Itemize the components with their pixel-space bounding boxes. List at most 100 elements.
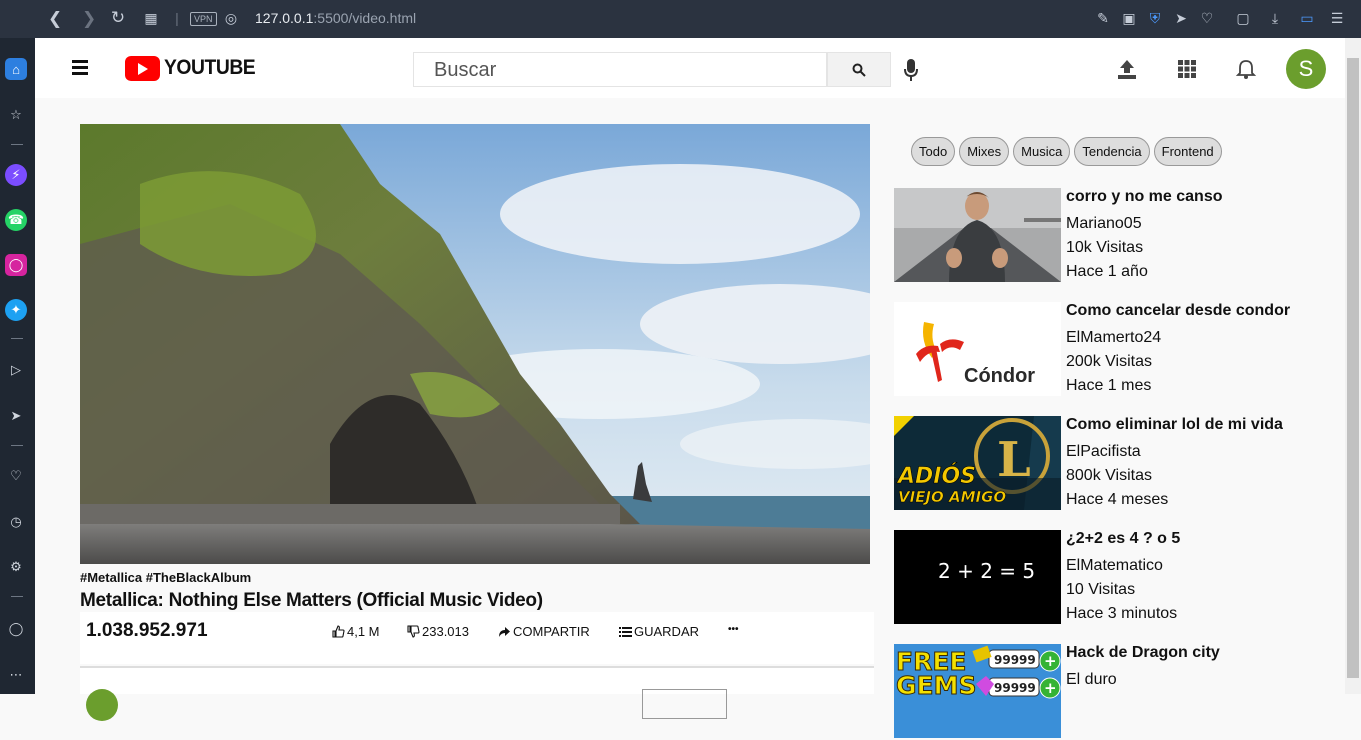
cube-icon[interactable]: ▢: [1234, 9, 1252, 27]
recommended-title[interactable]: Hack de Dragon city: [1066, 644, 1220, 662]
recommended-video[interactable]: L ADIÓS VIEJO AMIGO Como eliminar lol de…: [894, 416, 1334, 512]
heart-icon[interactable]: ♡: [1198, 9, 1216, 27]
recommended-thumbnail[interactable]: Cóndor: [894, 302, 1061, 396]
channel-section: [80, 668, 874, 694]
share-icon: [499, 627, 510, 637]
recommended-age: Hace 3 minutos: [1066, 605, 1178, 622]
instagram-icon[interactable]: ◯: [5, 254, 27, 276]
youtube-logo[interactable]: YOUTUBE: [125, 55, 263, 81]
battery-icon[interactable]: ▭: [1298, 9, 1316, 27]
user-avatar[interactable]: S: [1286, 49, 1326, 89]
messenger-icon[interactable]: ⚡: [5, 164, 27, 186]
lightbulb-icon[interactable]: ◯: [5, 618, 27, 640]
heart-icon[interactable]: ♡: [5, 465, 27, 487]
recommended-channel[interactable]: Mariano05: [1066, 212, 1223, 236]
recommended-channel[interactable]: ElMatematico: [1066, 554, 1180, 578]
thumb-viejo-amigo-text: VIEJO AMIGO: [898, 488, 1006, 506]
chip-todo[interactable]: Todo: [911, 137, 956, 166]
scrollbar[interactable]: [1345, 38, 1361, 694]
recommended-video[interactable]: corro y no me canso Mariano05 10k Visita…: [894, 188, 1334, 284]
playlist-add-icon: [619, 627, 632, 637]
like-button[interactable]: 4,1 M: [332, 624, 380, 639]
edit-icon[interactable]: ✎: [1094, 9, 1112, 27]
apps-grid-icon[interactable]: [1176, 58, 1198, 80]
bell-icon[interactable]: [1235, 58, 1257, 80]
more-options-icon[interactable]: •••: [728, 624, 739, 635]
share-button[interactable]: COMPARTIR: [498, 624, 590, 639]
search-input[interactable]: Buscar: [413, 52, 827, 87]
forward-icon[interactable]: ❯: [82, 9, 96, 29]
recommended-video[interactable]: FREE GEMS 99999 + 99999 + Hack de Dragon…: [894, 644, 1334, 740]
address-bar[interactable]: 127.0.0.1:5500/video.html: [255, 10, 416, 26]
download-icon[interactable]: ⤓: [1266, 9, 1284, 27]
recommended-channel[interactable]: ElMamerto24: [1066, 326, 1290, 350]
globe-icon[interactable]: ◎: [222, 9, 240, 27]
send-icon[interactable]: ➤: [1172, 9, 1190, 27]
search-button[interactable]: [827, 52, 891, 87]
thumb-plus-icon: +: [1044, 679, 1057, 697]
sidebar-divider: [11, 338, 23, 339]
video-meta-bar: 1.038.952.971 4,1 M 233.013 COMPARTIR GU…: [80, 612, 874, 664]
thumb-math-text: 2 + 2 = 5: [938, 559, 1035, 583]
recommended-thumbnail[interactable]: [894, 188, 1061, 282]
recommended-info: corro y no me canso Mariano05 10k Visita…: [1066, 188, 1223, 284]
search-icon: [852, 63, 866, 77]
recommended-video[interactable]: Cóndor Como cancelar desde condor ElMame…: [894, 302, 1334, 398]
video-hashtags[interactable]: #Metallica #TheBlackAlbum: [80, 570, 251, 585]
back-icon[interactable]: ❮: [48, 9, 62, 29]
twitter-icon[interactable]: ✦: [5, 299, 27, 321]
video-thumbnail: [80, 124, 870, 564]
recommended-channel[interactable]: ElPacifista: [1066, 440, 1283, 464]
view-count: 1.038.952.971: [86, 620, 208, 641]
recommended-title[interactable]: ¿2+2 es 4 ? o 5: [1066, 530, 1180, 548]
home-icon[interactable]: ⌂: [5, 58, 27, 80]
video-player[interactable]: [80, 124, 870, 564]
recommended-views: 200k Visitas: [1066, 353, 1152, 370]
recommended-thumbnail[interactable]: 2 + 2 = 5: [894, 530, 1061, 624]
recommended-views: 10k Visitas: [1066, 239, 1144, 256]
reload-icon[interactable]: ↻: [109, 9, 127, 27]
browser-sidebar: ⌂ ☆ ⚡ ☎ ◯ ✦ ▷ ➤ ♡ ◷ ⚙ ◯ ⋯: [0, 38, 35, 694]
chip-frontend[interactable]: Frontend: [1153, 137, 1222, 166]
recommended-channel[interactable]: El duro: [1066, 668, 1220, 692]
dislike-count: 233.013: [422, 624, 469, 639]
share-label: COMPARTIR: [513, 624, 590, 639]
recommended-video[interactable]: 2 + 2 = 5 ¿2+2 es 4 ? o 5 ElMatematico 1…: [894, 530, 1334, 626]
hamburger-menu-icon[interactable]: [72, 60, 88, 75]
microphone-icon[interactable]: [903, 58, 919, 82]
vpn-badge[interactable]: VPN: [190, 12, 217, 26]
menu-icon[interactable]: ☰: [1328, 9, 1346, 27]
like-count: 4,1 M: [347, 624, 380, 639]
more-icon[interactable]: ⋯: [5, 664, 27, 686]
player-icon[interactable]: ▷: [5, 359, 27, 381]
recommended-thumbnail[interactable]: L ADIÓS VIEJO AMIGO: [894, 416, 1061, 510]
send-icon[interactable]: ➤: [5, 405, 27, 427]
recommended-title[interactable]: Como eliminar lol de mi vida: [1066, 416, 1283, 434]
settings-icon[interactable]: ⚙: [5, 556, 27, 578]
scrollbar-thumb[interactable]: [1347, 58, 1359, 678]
site-header: YOUTUBE Buscar S: [35, 38, 1345, 98]
sidebar-divider: [11, 596, 23, 597]
save-button[interactable]: GUARDAR: [619, 624, 699, 639]
camera-icon[interactable]: ▣: [1120, 9, 1138, 27]
tabs-grid-icon[interactable]: ▦: [142, 9, 160, 27]
history-icon[interactable]: ◷: [5, 511, 27, 533]
thumb-gems-text: GEMS: [896, 671, 976, 700]
sidebar-divider: [11, 445, 23, 446]
upload-icon[interactable]: [1116, 58, 1138, 80]
thumbs-up-icon: [332, 625, 345, 638]
chip-musica[interactable]: Musica: [1013, 137, 1071, 166]
whatsapp-icon[interactable]: ☎: [5, 209, 27, 231]
recommended-title[interactable]: Como cancelar desde condor: [1066, 302, 1290, 320]
recommended-age: Hace 1 mes: [1066, 377, 1152, 394]
recommended-info: ¿2+2 es 4 ? o 5 ElMatematico 10 Visitas …: [1066, 530, 1180, 626]
dislike-button[interactable]: 233.013: [407, 624, 469, 639]
recommended-thumbnail[interactable]: FREE GEMS 99999 + 99999 +: [894, 644, 1061, 738]
star-icon[interactable]: ☆: [5, 104, 27, 126]
chip-tendencia[interactable]: Tendencia: [1074, 137, 1150, 166]
save-label: GUARDAR: [634, 624, 700, 639]
recommended-title[interactable]: corro y no me canso: [1066, 188, 1223, 206]
shield-icon[interactable]: ⛨: [1146, 9, 1164, 27]
chip-mixes[interactable]: Mixes: [959, 137, 1010, 166]
condor-logo-text: Cóndor: [964, 365, 1035, 387]
